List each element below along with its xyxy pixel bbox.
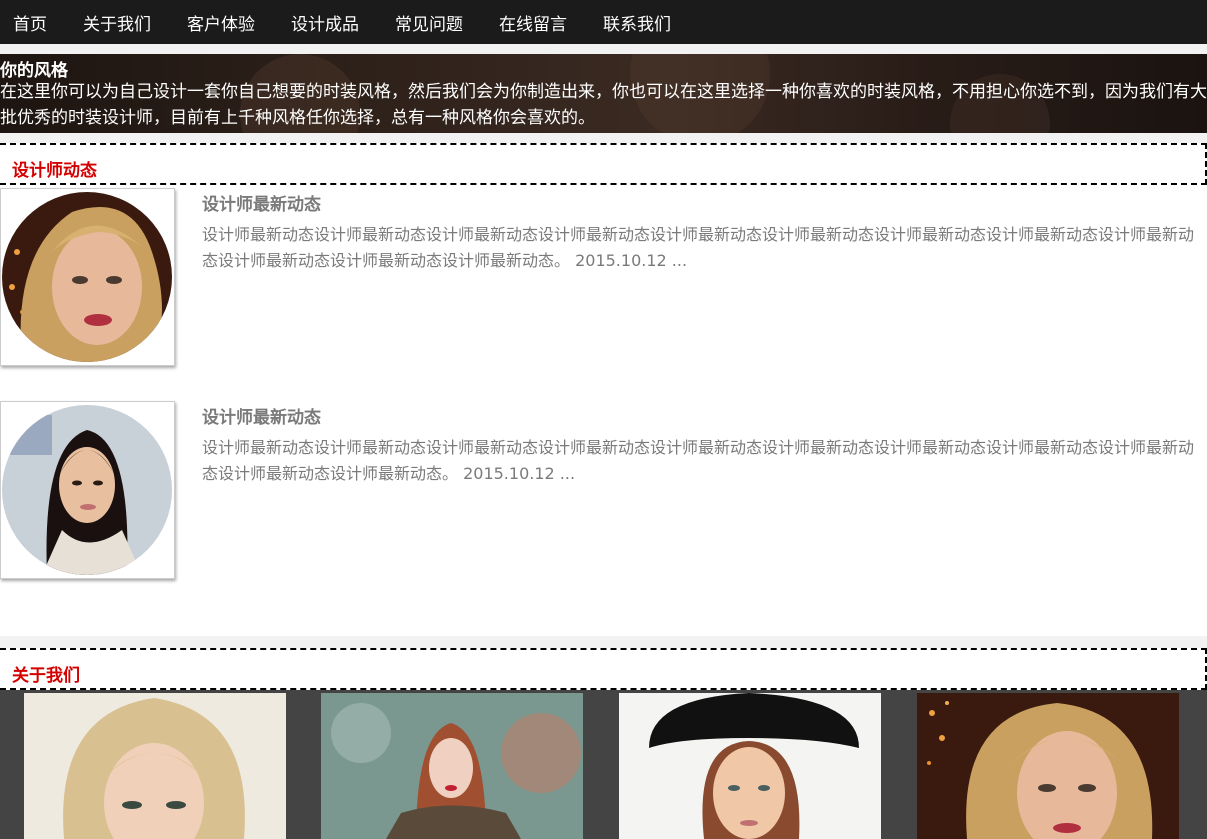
gallery-photo-3[interactable] — [619, 693, 881, 839]
news-title[interactable]: 设计师最新动态 — [202, 190, 321, 215]
news-section-title: 设计师动态 — [12, 156, 105, 181]
gallery-photo-1[interactable] — [24, 693, 286, 839]
designer-photo-2 — [2, 405, 172, 575]
banner-title: 你的风格 — [0, 61, 68, 81]
news-section-heading: 设计师动态 — [0, 143, 1207, 185]
banner-text: 在这里你可以为自己设计一套你自己想要的时装风格，然后我们会为你制造出来，你也可以… — [0, 82, 1207, 128]
nav-home[interactable]: 首页 — [13, 10, 47, 35]
designer-photo-frame — [0, 401, 175, 579]
top-nav: 首页 关于我们 客户体验 设计成品 常见问题 在线留言 联系我们 — [0, 0, 1207, 44]
gallery-photo-4[interactable] — [917, 693, 1179, 839]
nav-about[interactable]: 关于我们 — [83, 10, 151, 35]
nav-works[interactable]: 设计成品 — [291, 10, 359, 35]
news-title[interactable]: 设计师最新动态 — [202, 403, 321, 428]
about-gallery — [0, 690, 1207, 839]
about-section-title: 关于我们 — [12, 661, 88, 686]
news-body: 设计师最新动态设计师最新动态设计师最新动态设计师最新动态设计师最新动态设计师最新… — [202, 225, 1195, 270]
news-body: 设计师最新动态设计师最新动态设计师最新动态设计师最新动态设计师最新动态设计师最新… — [202, 438, 1195, 483]
news-list: 设计师最新动态 设计师最新动态设计师最新动态设计师最新动态设计师最新动态设计师最… — [0, 185, 1207, 636]
nav-contact[interactable]: 联系我们 — [603, 10, 671, 35]
nav-experience[interactable]: 客户体验 — [187, 10, 255, 35]
nav-message[interactable]: 在线留言 — [499, 10, 567, 35]
designer-photo-frame — [0, 188, 175, 366]
style-banner: 你的风格 在这里你可以为自己设计一套你自己想要的时装风格，然后我们会为你制造出来… — [0, 54, 1207, 133]
gallery-photo-2[interactable] — [321, 693, 583, 839]
about-section-heading: 关于我们 — [0, 648, 1207, 690]
nav-faq[interactable]: 常见问题 — [395, 10, 463, 35]
designer-photo-1 — [2, 192, 172, 362]
